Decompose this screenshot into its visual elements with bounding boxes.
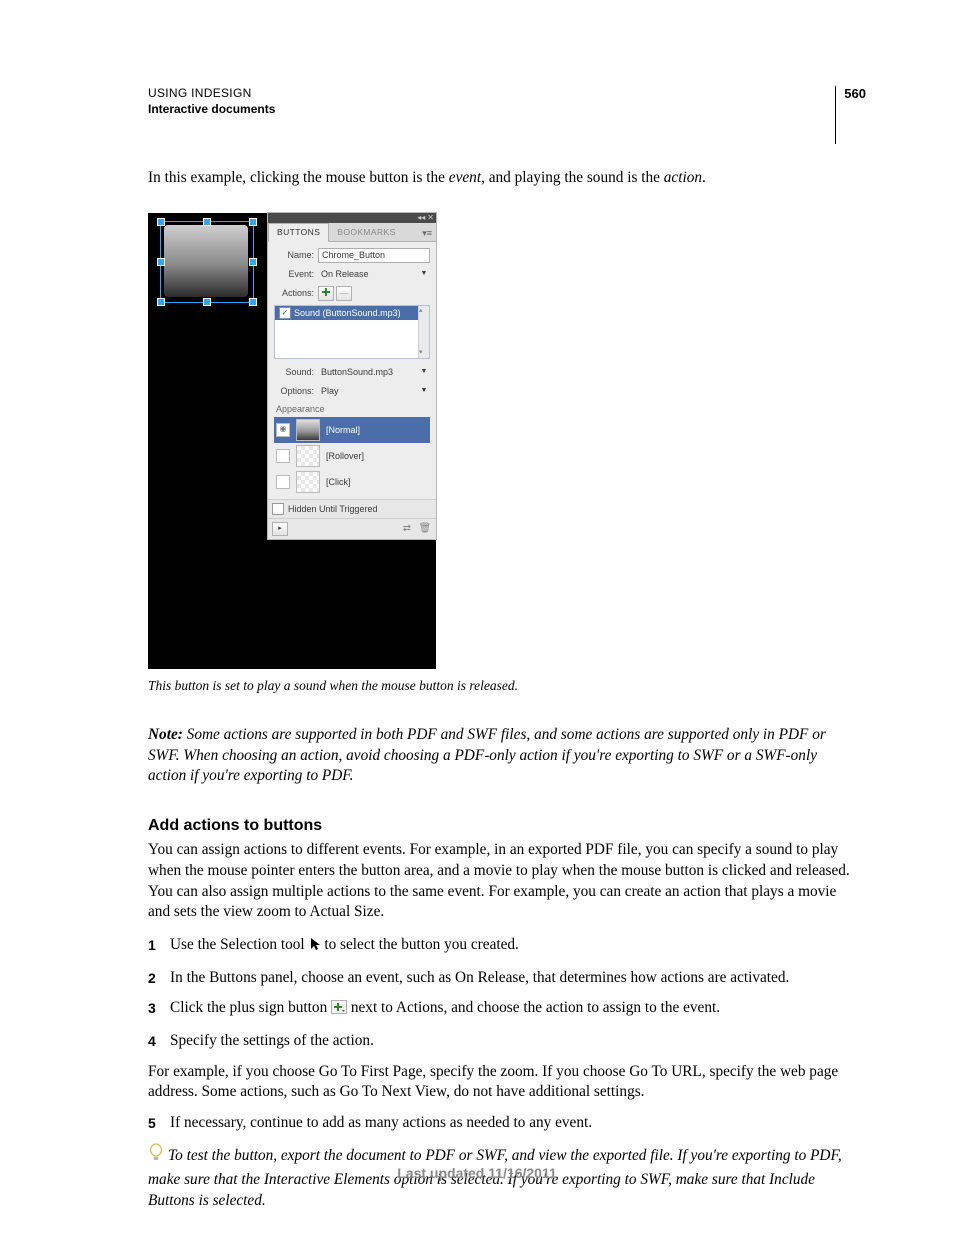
plus-button-icon	[331, 1000, 347, 1021]
state-thumbnail	[296, 419, 320, 441]
step-2: In the Buttons panel, choose an event, s…	[148, 968, 851, 989]
intro-event: event	[449, 169, 481, 186]
steps-list-continued: If necessary, continue to add as many ac…	[148, 1113, 851, 1134]
page-number: 560	[844, 86, 866, 101]
section-intro: You can assign actions to different even…	[148, 840, 851, 923]
steps-list: Use the Selection tool to select the but…	[148, 935, 851, 1052]
state-thumbnail	[296, 471, 320, 493]
state-name: [Normal]	[326, 424, 360, 436]
event-label: Event:	[274, 268, 318, 280]
collapse-icon[interactable]: ◂◂	[417, 213, 425, 223]
options-label: Options:	[274, 385, 318, 397]
event-dropdown[interactable]: On Release	[318, 268, 418, 281]
plus-icon	[321, 287, 331, 297]
scroll-up-icon[interactable]: ▴	[419, 306, 429, 315]
header-rule	[835, 86, 836, 144]
tab-bookmarks[interactable]: BOOKMARKS	[329, 224, 403, 240]
sound-dropdown[interactable]: ButtonSound.mp3	[318, 366, 418, 379]
close-icon[interactable]: ✕	[427, 213, 434, 223]
step-3-text-a: Click the plus sign button	[170, 999, 331, 1016]
visibility-icon[interactable]	[276, 449, 290, 463]
intro-action: action	[664, 169, 702, 186]
header-line-1: USING INDESIGN	[148, 86, 851, 100]
state-name: [Click]	[326, 476, 351, 488]
preview-button[interactable]: ▸	[272, 522, 288, 536]
panel-footer: Hidden Until Triggered	[268, 499, 436, 518]
hidden-checkbox[interactable]	[272, 503, 284, 515]
selection-tool-icon	[309, 937, 321, 958]
visibility-icon[interactable]	[276, 475, 290, 489]
action-checkbox[interactable]: ✓	[279, 307, 291, 319]
intro-suffix: .	[702, 169, 706, 186]
button-object[interactable]	[164, 225, 248, 297]
panel-bottom-bar: ▸ ⇄ 🗑	[268, 518, 436, 539]
buttons-panel: ◂◂ ✕ BUTTONS BOOKMARKS ▾≡ Name: Chrome_B…	[268, 213, 436, 539]
appearance-states: ◉ [Normal] [Rollover] [Click]	[274, 417, 430, 499]
section-heading: Add actions to buttons	[148, 815, 851, 837]
step-5: If necessary, continue to add as many ac…	[148, 1113, 851, 1134]
state-thumbnail	[296, 445, 320, 467]
trash-icon[interactable]: 🗑	[418, 523, 432, 535]
header-line-2: Interactive documents	[148, 102, 851, 116]
page: 560 USING INDESIGN Interactive documents…	[0, 0, 954, 1235]
sound-label: Sound:	[274, 366, 318, 378]
name-input[interactable]: Chrome_Button	[318, 248, 430, 263]
chevron-down-icon[interactable]: ▼	[418, 267, 430, 282]
remove-action-button[interactable]: —	[336, 286, 352, 301]
actions-label: Actions:	[274, 287, 318, 299]
note-label: Note:	[148, 726, 183, 743]
footer: Last updated 11/16/2011	[0, 1165, 954, 1181]
panel-tabs: BUTTONS BOOKMARKS ▾≡	[268, 223, 436, 242]
intro-paragraph: In this example, clicking the mouse butt…	[148, 168, 851, 189]
step-3: Click the plus sign button next to Actio…	[148, 998, 851, 1021]
figure-buttons-panel: ◂◂ ✕ BUTTONS BOOKMARKS ▾≡ Name: Chrome_B…	[148, 213, 436, 669]
intro-prefix: In this example, clicking the mouse butt…	[148, 169, 449, 186]
state-rollover[interactable]: [Rollover]	[274, 443, 430, 469]
state-click[interactable]: [Click]	[274, 469, 430, 495]
state-normal[interactable]: ◉ [Normal]	[274, 417, 430, 443]
intro-mid: , and playing the sound is the	[481, 169, 664, 186]
chevron-down-icon[interactable]: ▼	[418, 365, 430, 380]
chevron-down-icon[interactable]: ▼	[418, 384, 430, 399]
panel-menu-icon[interactable]: ▾≡	[418, 225, 436, 241]
options-dropdown[interactable]: Play	[318, 385, 418, 398]
panel-body: Name: Chrome_Button Event: On Release ▼ …	[268, 242, 436, 499]
after-step-4: For example, if you choose Go To First P…	[148, 1062, 851, 1103]
step-1: Use the Selection tool to select the but…	[148, 935, 851, 958]
add-action-button[interactable]	[318, 286, 334, 301]
action-item[interactable]: ✓ Sound (ButtonSound.mp3)	[275, 306, 429, 320]
visibility-icon[interactable]: ◉	[276, 423, 290, 437]
note-text: Some actions are supported in both PDF a…	[148, 726, 826, 784]
note: Note: Some actions are supported in both…	[148, 725, 851, 787]
state-name: [Rollover]	[326, 450, 364, 462]
hidden-label: Hidden Until Triggered	[288, 503, 378, 515]
convert-icon[interactable]: ⇄	[400, 523, 414, 535]
tab-buttons[interactable]: BUTTONS	[268, 223, 329, 241]
scrollbar[interactable]: ▴ ▾	[418, 306, 429, 358]
action-item-label: Sound (ButtonSound.mp3)	[294, 306, 401, 320]
step-3-text-b: next to Actions, and choose the action t…	[347, 999, 720, 1016]
body: In this example, clicking the mouse butt…	[148, 168, 851, 1211]
step-1-text-a: Use the Selection tool	[170, 936, 309, 953]
step-4: Specify the settings of the action.	[148, 1031, 851, 1052]
step-1-text-b: to select the button you created.	[321, 936, 519, 953]
name-label: Name:	[274, 249, 318, 261]
panel-titlebar: ◂◂ ✕	[268, 213, 436, 223]
actions-list[interactable]: ✓ Sound (ButtonSound.mp3) ▴ ▾	[274, 305, 430, 359]
scroll-down-icon[interactable]: ▾	[419, 348, 429, 357]
figure-caption: This button is set to play a sound when …	[148, 677, 851, 695]
appearance-label: Appearance	[276, 403, 430, 415]
